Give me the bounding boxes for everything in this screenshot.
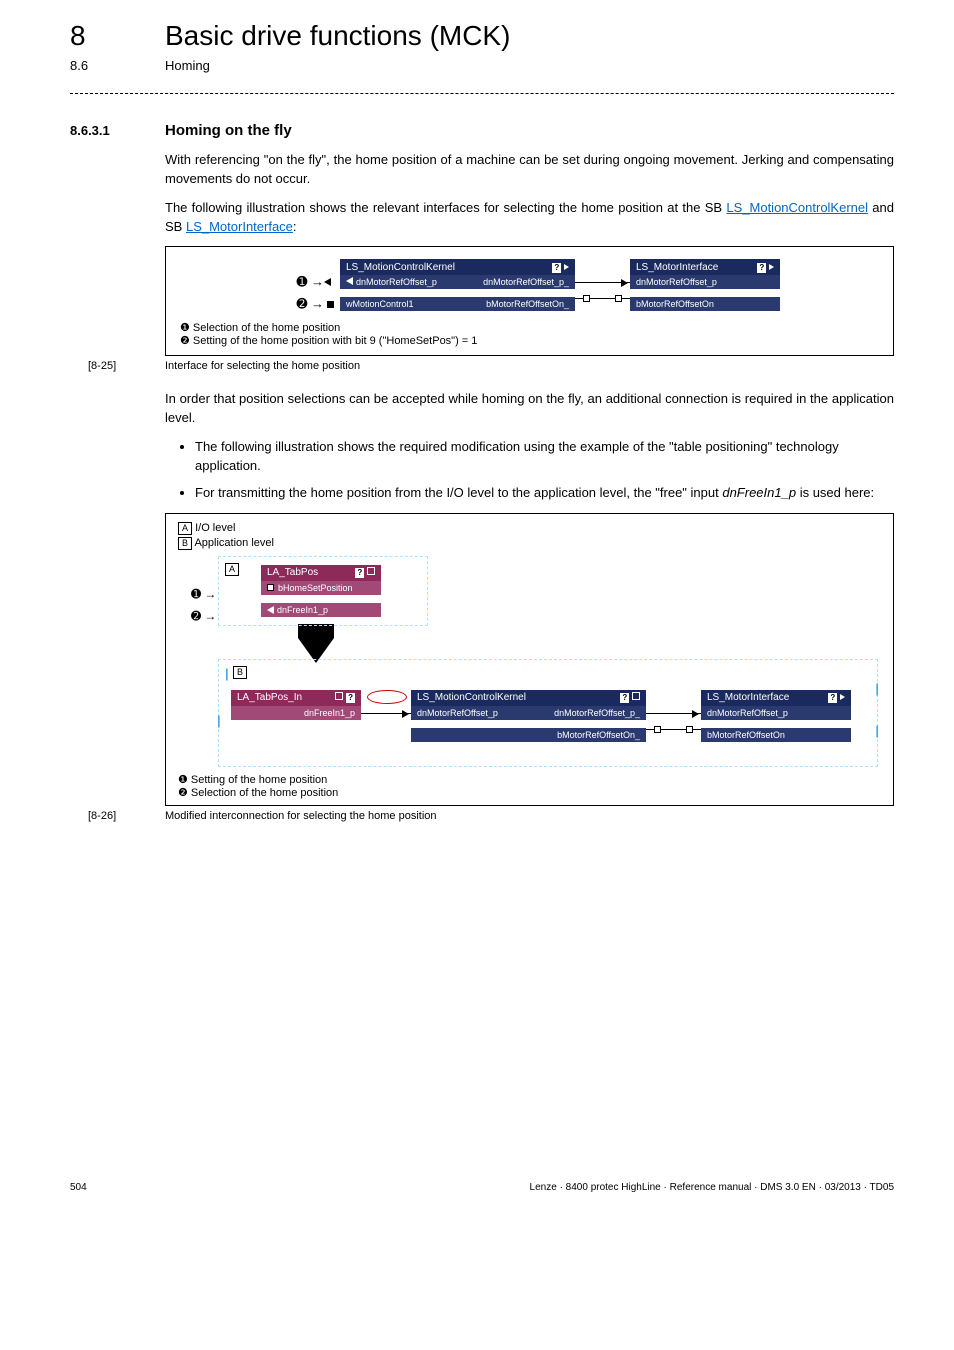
port-label: dnMotorRefOffset_p_: [554, 708, 640, 718]
bullet-item: For transmitting the home position from …: [195, 484, 894, 503]
block-mi-header: LS_MotorInterface ?: [630, 259, 780, 275]
port-label: bMotorRefOffsetOn: [636, 299, 714, 309]
block-title: LS_MotionControlKernel: [346, 262, 455, 273]
block-mi-header: LS_MotorInterface ?: [701, 690, 851, 706]
figure-note: ❷ Selection of the home position: [178, 786, 881, 799]
port-row: dnFreeIn1_p: [231, 706, 361, 720]
block-title: LA_TabPos: [267, 567, 318, 578]
block-tabpos-in-header: LA_TabPos_In ?: [231, 690, 361, 706]
figure-caption-tag: [8-26]: [70, 810, 165, 822]
marker-two: ➋ →: [296, 296, 324, 312]
block-title: LS_MotorInterface: [636, 262, 718, 273]
figure-note: ❷ Setting of the home position with bit …: [180, 334, 879, 347]
subsection-title: Homing on the fly: [165, 122, 292, 139]
text-fragment: is used here:: [796, 485, 874, 500]
block-tabpos-header: LA_TabPos ?: [261, 565, 381, 581]
port-label: bHomeSetPosition: [278, 583, 353, 593]
text-fragment: For transmitting the home position from …: [195, 485, 722, 500]
port-row: bHomeSetPosition: [261, 581, 381, 595]
bullet-item: The following illustration shows the req…: [195, 438, 894, 476]
chapter-number: 8: [70, 20, 165, 52]
port-label: wMotionControl1: [346, 299, 414, 309]
text-fragment: The following illustration shows the rel…: [165, 200, 726, 215]
section-title: Homing: [165, 58, 210, 73]
level-label: B Application level: [178, 537, 881, 550]
port-label: dnMotorRefOffset_p: [707, 708, 788, 718]
port-label: bMotorRefOffsetOn: [707, 730, 785, 740]
body-paragraph: With referencing "on the fly", the home …: [165, 151, 894, 189]
link-ls-mck[interactable]: LS_MotionControlKernel: [726, 200, 868, 215]
port-label: bMotorRefOffsetOn_: [557, 730, 640, 740]
body-paragraph: In order that position selections can be…: [165, 390, 894, 428]
play-icon: [564, 264, 569, 270]
letter-box-a: A: [225, 563, 239, 576]
page-number: 504: [70, 1182, 87, 1193]
text-fragment: :: [293, 219, 297, 234]
marker-one: ➊ →: [191, 587, 216, 601]
figure-caption-text: Modified interconnection for selecting t…: [165, 810, 437, 822]
figure-note: ❶ Setting of the home position: [178, 773, 881, 786]
port-label: dnFreeIn1_p: [277, 605, 328, 615]
block-title: LS_MotorInterface: [707, 692, 789, 703]
port-label: dnMotorRefOffset_p: [417, 708, 498, 718]
block-title: LS_MotionControlKernel: [417, 692, 526, 703]
marker-one: ➊ →: [296, 274, 324, 290]
figure-caption-text: Interface for selecting the home positio…: [165, 360, 360, 372]
port-label: dnMotorRefOffset_p_: [483, 277, 569, 287]
block-mck-header: LS_MotionControlKernel ?: [340, 259, 575, 275]
marker-two: ➋ →: [191, 609, 216, 623]
figure-frame: A I/O level B Application level A LA_Tab…: [165, 513, 894, 806]
block-title: LA_TabPos_In: [237, 692, 302, 703]
figure-note: ❶ Selection of the home position: [180, 321, 879, 334]
level-label: A I/O level: [178, 522, 881, 535]
letter-box-b: B: [178, 537, 192, 550]
subsection-number: 8.6.3.1: [70, 123, 165, 138]
level-a-text: I/O level: [195, 522, 235, 534]
level-b-text: Application level: [194, 537, 274, 549]
port-row: dnFreeIn1_p: [261, 603, 381, 617]
footer-info: Lenze · 8400 protec HighLine · Reference…: [530, 1182, 894, 1193]
chapter-title: Basic drive functions (MCK): [165, 20, 510, 52]
play-icon: [769, 264, 774, 270]
highlight-oval: [367, 690, 407, 704]
port-label: dnMotorRefOffset_p: [636, 277, 717, 287]
block-mck-header: LS_MotionControlKernel ?: [411, 690, 646, 706]
divider: [70, 93, 894, 94]
port-label: bMotorRefOffsetOn_: [486, 299, 569, 309]
port-label: dnMotorRefOffset_p: [356, 277, 437, 287]
letter-box-b: B: [233, 666, 247, 679]
link-ls-mi[interactable]: LS_MotorInterface: [186, 219, 293, 234]
play-icon: [840, 694, 845, 700]
port-label: dnFreeIn1_p: [304, 708, 355, 718]
body-paragraph: The following illustration shows the rel…: [165, 199, 894, 237]
figure-frame: ➊ → ➋ → LS_MotionControlKernel ? dnMotor…: [165, 246, 894, 356]
text-italic: dnFreeIn1_p: [722, 485, 796, 500]
figure-caption-tag: [8-25]: [70, 360, 165, 372]
section-number: 8.6: [70, 58, 165, 73]
letter-box-a: A: [178, 522, 192, 535]
